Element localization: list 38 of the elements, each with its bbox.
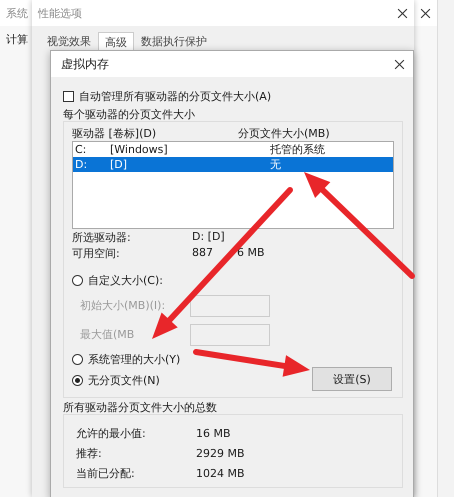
radio-button[interactable] [72,375,83,386]
tab[interactable]: 数据执行保护 [134,31,214,52]
radio-label[interactable]: 系统管理的大小(Y) [88,352,180,367]
field-label: 最大值(MB [80,327,136,342]
info-value: 16 MB [196,426,231,440]
set-button[interactable]: 设置(S) [312,367,392,391]
checkbox-label[interactable]: 自动管理所有驱动器的分页文件大小(A) [79,88,272,104]
info-value: 887 [192,246,213,261]
info-label: 所选驱动器: [72,230,132,245]
info-label: 允许的最小值: [76,426,147,440]
tab[interactable]: 计算 [6,32,28,47]
window-title: 系统 [6,6,28,20]
close-icon[interactable] [394,58,405,70]
drive-row[interactable]: D: [D] 无 [73,157,393,172]
info-value: 2929 MB [196,446,245,460]
column-header: 驱动器 [卷标](D) [72,126,158,141]
info-value: D: [D] [192,230,225,245]
dialog-title: 虚拟内存 [61,56,109,72]
tab[interactable]: 高级 [98,32,134,52]
info-label: 推荐: [76,446,103,460]
column-header: 分页文件大小(MB) [238,126,330,141]
group-title: 每个驱动器的分页文件大小 [63,107,196,121]
close-icon[interactable] [397,8,408,18]
window-title: 性能选项 [38,6,82,20]
info-label: 可用空间: [72,246,121,261]
radio-button[interactable] [72,354,83,365]
radio-label[interactable]: 自定义大小(C): [88,273,163,288]
info-value: 6 MB [237,246,265,261]
tab[interactable]: 视觉效果 [40,31,98,52]
info-label: 当前已分配: [76,466,136,480]
group-title: 所有驱动器分页文件大小的总数 [63,400,218,414]
checkbox[interactable] [63,90,74,102]
drive-row[interactable]: C: [Windows] 托管的系统 [73,142,393,157]
close-icon[interactable] [420,8,431,18]
field-label: 初始大小(MB)(I): [80,298,166,313]
radio-button[interactable] [72,275,83,286]
radio-label[interactable]: 无分页文件(N) [88,373,160,388]
info-value: 1024 MB [196,466,245,480]
